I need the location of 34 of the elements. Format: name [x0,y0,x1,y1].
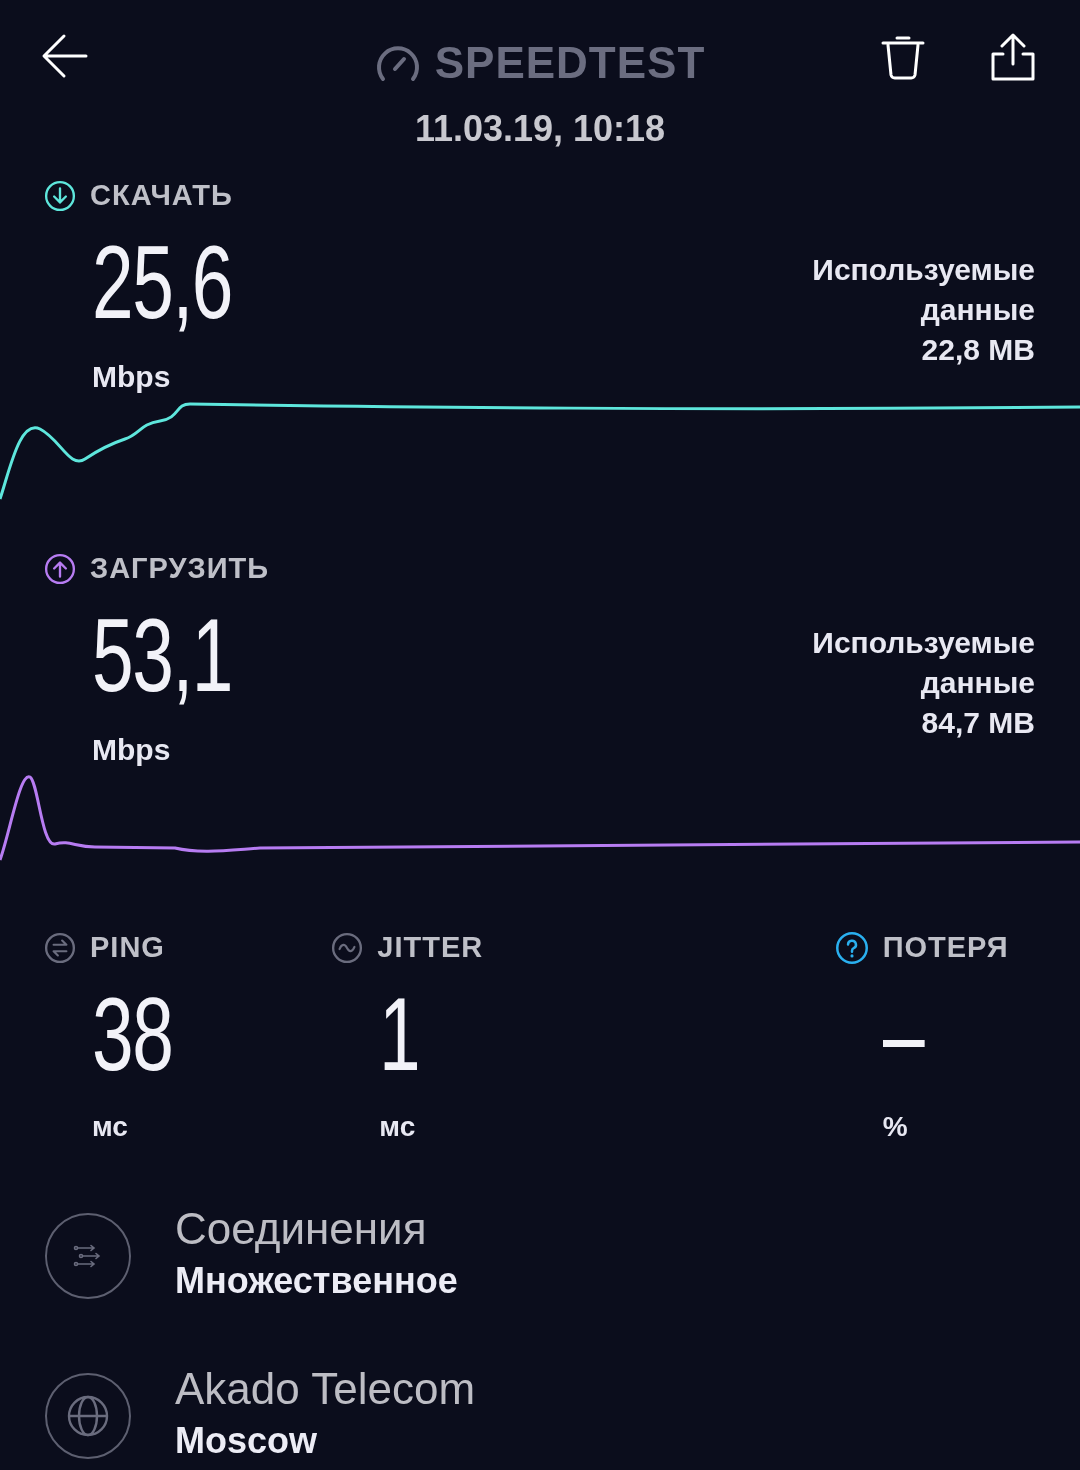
globe-icon [45,1373,131,1459]
detail-value: Moscow [175,1419,318,1464]
test-label: ЗАГРУЗИТЬ [90,551,270,586]
ping-icon [44,931,76,964]
metric-value: 38 [92,981,173,1086]
help-icon[interactable] [834,930,869,965]
data-used-value: 84,7 MB [920,705,1035,741]
back-button[interactable] [40,32,90,80]
metric-label: ПОТЕРЯ [882,930,1009,965]
detail-title: Akado Telecom [175,1363,476,1415]
test-label: СКАЧАТЬ [90,178,233,213]
metric-label: JITTER [377,930,484,965]
metric-value: 1 [379,981,420,1086]
test-date: 11.03.19, 10:18 [413,107,667,151]
upload-icon [44,552,76,585]
speed-unit: Mbps [91,731,171,768]
speed-unit: Mbps [91,358,171,395]
speed-value: 25,6 [92,229,232,334]
detail-title: Соединения [175,1203,428,1255]
data-used-value: 22,8 MB [920,332,1035,368]
data-used-label: Используемые данные [811,252,1035,328]
metric-unit: % [881,1109,908,1144]
metric-value: – [882,981,923,1086]
connections-icon [45,1213,131,1299]
speedometer-icon [374,43,421,83]
metric-label: PING [90,930,165,965]
metric-unit: мс [378,1109,416,1144]
data-used-label: Используемые данные [811,625,1035,701]
wave-icon [331,931,364,964]
download-icon [44,179,76,212]
metric-unit: мс [91,1109,128,1144]
app-title: SPEEDTEST [434,37,706,89]
detail-value: Множественное [175,1259,458,1304]
speed-value: 53,1 [92,602,232,707]
